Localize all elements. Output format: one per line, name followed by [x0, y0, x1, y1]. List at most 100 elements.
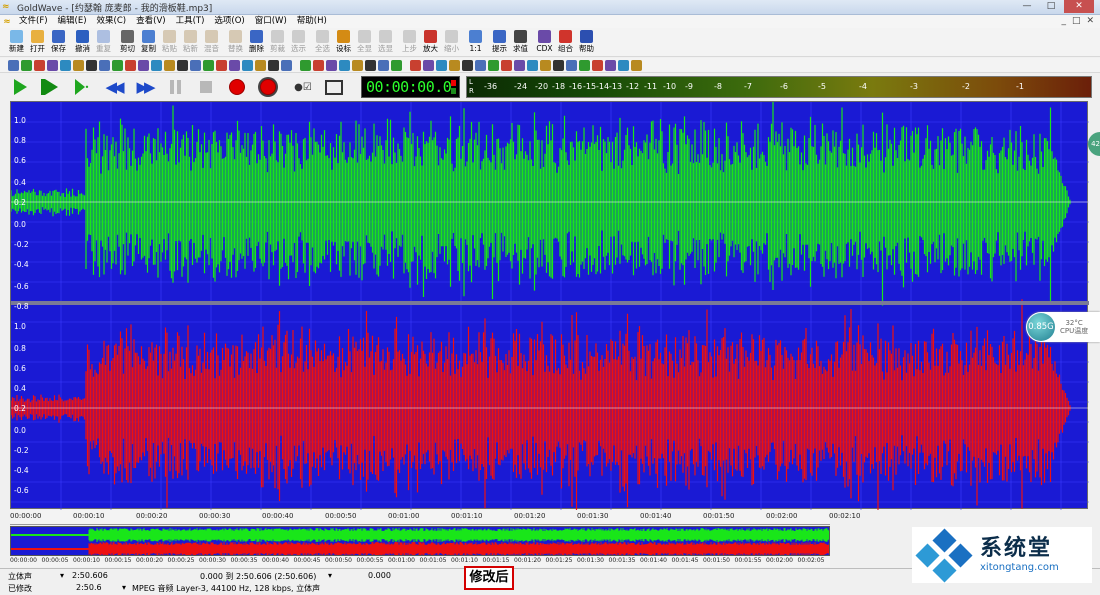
overview-canvas[interactable] [11, 527, 830, 556]
toolbar-paste-button[interactable]: 粘贴 [159, 28, 180, 56]
selection-dropdown-icon[interactable]: ▾ [328, 571, 332, 580]
effect-tool-icon[interactable] [86, 59, 97, 71]
waveform-display[interactable]: 1.0 0.8 0.6 0.4 0.2 0.0 -0.2 -0.4 -0.6 -0.8 1.0 0.8… [10, 101, 1089, 510]
toolbar-evaluate-button[interactable]: 求值 [510, 28, 531, 56]
record-new-button[interactable] [258, 77, 278, 97]
effect-tool-icon[interactable] [339, 59, 350, 71]
document-icon[interactable]: ≈ [0, 17, 14, 27]
play-button[interactable] [10, 77, 30, 97]
effect-tool-icon[interactable] [300, 59, 311, 71]
toolbar-show-selection-button[interactable]: 选显 [375, 28, 396, 56]
toolbar-combine-button[interactable]: 组合 [555, 28, 576, 56]
effect-tool-icon[interactable] [326, 59, 337, 71]
toolbar-mix-button[interactable]: 混音 [201, 28, 222, 56]
minimize-button[interactable]: — [1016, 0, 1038, 13]
toolbar-save-disk-button[interactable]: 保存 [48, 28, 69, 56]
toolbar-select-all-button[interactable]: 全选 [312, 28, 333, 56]
toolbar-copy-button[interactable]: 复制 [138, 28, 159, 56]
menu-window[interactable]: 窗口(W) [250, 15, 292, 28]
toolbar-redo-button[interactable]: 重复 [93, 28, 114, 56]
effect-tool-icon[interactable] [378, 59, 389, 71]
effect-tool-icon[interactable] [449, 59, 460, 71]
meter-toggle-button[interactable] [324, 77, 344, 97]
toolbar-paste-new-button[interactable]: 粘新 [180, 28, 201, 56]
effect-tool-icon[interactable] [475, 59, 486, 71]
effect-tool-icon[interactable] [605, 59, 616, 71]
menu-help[interactable]: 帮助(H) [292, 15, 332, 28]
effect-tool-icon[interactable] [592, 59, 603, 71]
fast-forward-button[interactable]: ▶▶ [134, 77, 155, 97]
effect-tool-icon[interactable] [352, 59, 363, 71]
toolbar-open-folder-button[interactable]: 打开 [27, 28, 48, 56]
menu-effects[interactable]: 效果(C) [92, 15, 132, 28]
pause-button[interactable] [165, 77, 185, 97]
effect-tool-icon[interactable] [125, 59, 136, 71]
menu-view[interactable]: 查看(V) [131, 15, 170, 28]
effect-tool-icon[interactable] [112, 59, 123, 71]
toolbar-select-view-button[interactable]: 选示 [288, 28, 309, 56]
effect-tool-icon[interactable] [436, 59, 447, 71]
effect-tool-icon[interactable] [203, 59, 214, 71]
effect-tool-icon[interactable] [99, 59, 110, 71]
effect-tool-icon[interactable] [242, 59, 253, 71]
effect-tool-icon[interactable] [410, 59, 421, 71]
rewind-button[interactable]: ◀◀ [103, 77, 124, 97]
effect-tool-icon[interactable] [553, 59, 564, 71]
toolbar-show-all-button[interactable]: 全显 [354, 28, 375, 56]
menu-edit[interactable]: 编辑(E) [53, 15, 92, 28]
waveform-canvas[interactable] [11, 102, 1089, 510]
effect-tool-icon[interactable] [216, 59, 227, 71]
stop-button[interactable] [196, 77, 216, 97]
effect-tool-icon[interactable] [21, 59, 32, 71]
effect-tool-icon[interactable] [579, 59, 590, 71]
options-button[interactable]: ●☑ [293, 77, 313, 97]
overview-waveform[interactable] [10, 526, 830, 556]
effect-tool-icon[interactable] [190, 59, 201, 71]
toolbar-new-file-button[interactable]: 新建 [6, 28, 27, 56]
effect-tool-icon[interactable] [229, 59, 240, 71]
doc-close-button[interactable]: ✕ [1086, 15, 1094, 28]
close-button[interactable]: ✕ [1064, 0, 1094, 13]
maximize-button[interactable]: □ [1040, 0, 1062, 13]
format-dropdown-icon[interactable]: ▾ [122, 583, 126, 592]
effect-tool-icon[interactable] [8, 59, 19, 71]
effect-tool-icon[interactable] [540, 59, 551, 71]
toolbar-previous-button[interactable]: 上步 [399, 28, 420, 56]
toolbar-replace-button[interactable]: 替换 [225, 28, 246, 56]
effect-tool-icon[interactable] [138, 59, 149, 71]
effect-tool-icon[interactable] [164, 59, 175, 71]
effect-tool-icon[interactable] [60, 59, 71, 71]
toolbar-zoom-out-button[interactable]: 缩小 [441, 28, 462, 56]
toolbar-zoom-1-1-button[interactable]: 1:1 [465, 28, 486, 56]
effect-tool-icon[interactable] [462, 59, 473, 71]
effect-tool-icon[interactable] [151, 59, 162, 71]
effect-tool-icon[interactable] [268, 59, 279, 71]
record-button[interactable] [227, 77, 247, 97]
effect-tool-icon[interactable] [423, 59, 434, 71]
doc-restore-button[interactable]: □ [1072, 15, 1081, 28]
menu-tools[interactable]: 工具(T) [171, 15, 210, 28]
effect-tool-icon[interactable] [488, 59, 499, 71]
effect-tool-icon[interactable] [501, 59, 512, 71]
doc-minimize-button[interactable]: _ [1061, 15, 1066, 28]
effect-tool-icon[interactable] [391, 59, 402, 71]
effect-tool-icon[interactable] [527, 59, 538, 71]
play-loop-button[interactable]: • [72, 77, 92, 97]
effect-tool-icon[interactable] [631, 59, 642, 71]
effect-tool-icon[interactable] [566, 59, 577, 71]
toolbar-zoom-in-button[interactable]: 放大 [420, 28, 441, 56]
effect-tool-icon[interactable] [177, 59, 188, 71]
effect-tool-icon[interactable] [73, 59, 84, 71]
effect-tool-icon[interactable] [365, 59, 376, 71]
toolbar-scissors-button[interactable]: 剪切 [117, 28, 138, 56]
effect-tool-icon[interactable] [618, 59, 629, 71]
toolbar-help-button[interactable]: 帮助 [576, 28, 597, 56]
effect-tool-icon[interactable] [313, 59, 324, 71]
effect-tool-icon[interactable] [514, 59, 525, 71]
menu-file[interactable]: 文件(F) [14, 15, 53, 28]
effect-tool-icon[interactable] [255, 59, 266, 71]
effect-tool-icon[interactable] [281, 59, 292, 71]
toolbar-cd-button[interactable]: CDX [534, 28, 555, 56]
toolbar-delete-button[interactable]: 删除 [246, 28, 267, 56]
toolbar-trim-button[interactable]: 剪裁 [267, 28, 288, 56]
